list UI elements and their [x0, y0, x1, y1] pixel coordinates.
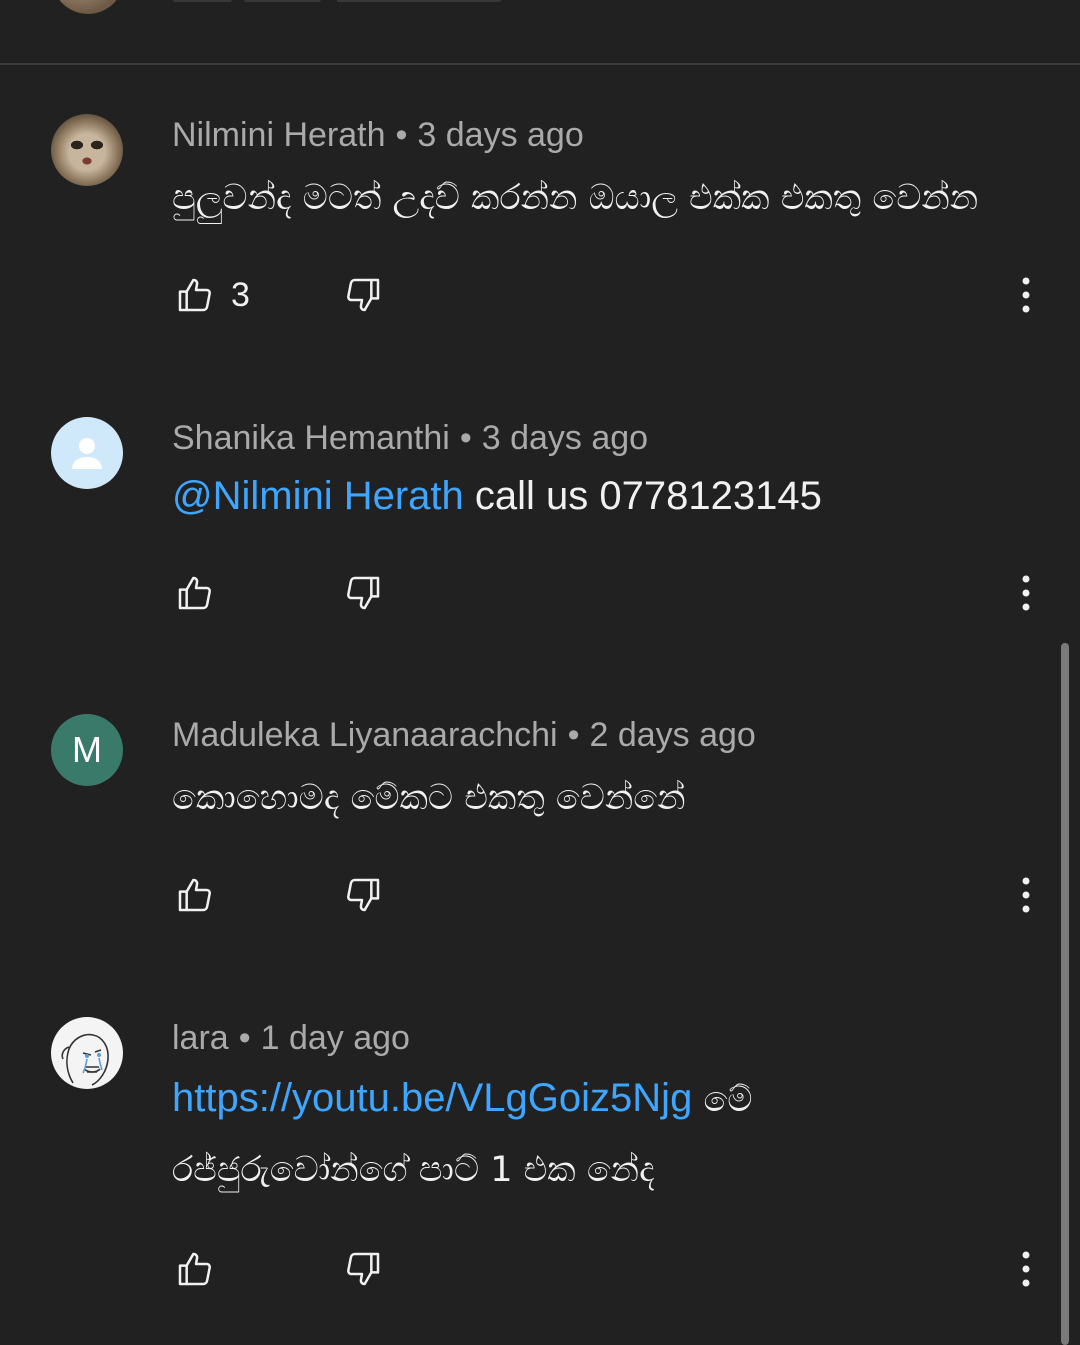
- comment-actions: [0, 1244, 1080, 1304]
- like-button[interactable]: [170, 870, 220, 920]
- thumb-down-icon: [347, 576, 380, 610]
- more-vert-icon: [1022, 277, 1030, 313]
- comment-header: Maduleka Liyanaarachchi • 2 days ago: [172, 715, 756, 755]
- author-name[interactable]: lara: [172, 1019, 229, 1057]
- avatar[interactable]: [51, 1017, 123, 1089]
- comment-text-line: https://youtu.be/VLgGoiz5Njg මේ: [172, 1074, 752, 1124]
- like-button[interactable]: [170, 270, 220, 320]
- thumb-up-icon: [178, 1252, 211, 1286]
- dislike-button[interactable]: [338, 1244, 388, 1294]
- comment-header: Nilmini Herath • 3 days ago: [172, 115, 584, 155]
- comment-text-content: call us 0778123145: [474, 474, 822, 518]
- thumb-up-icon: [178, 576, 211, 610]
- comment-text: පුලුවන්ද මටත් උදව් කරන්න ඔයාල එක්ක එකතු …: [172, 178, 979, 218]
- thumb-up-icon: [178, 878, 211, 912]
- comment-actions: 3: [0, 270, 1080, 330]
- thumb-down-icon: [347, 878, 380, 912]
- avatar[interactable]: [51, 114, 123, 186]
- comment-text: @Nilmini Herath call us 0778123145: [172, 472, 822, 520]
- more-options-button[interactable]: [1008, 870, 1044, 920]
- person-icon: [72, 438, 102, 469]
- scrollbar[interactable]: [1061, 643, 1069, 1345]
- author-name[interactable]: Maduleka Liyanaarachchi: [172, 716, 558, 754]
- comment-text-partial: [172, 0, 502, 2]
- mention-link[interactable]: @Nilmini Herath: [172, 474, 464, 518]
- comment-text-line: රජ්ජුරුවෝන්ගේ පාට් 1 එක නේද: [172, 1150, 655, 1190]
- like-button[interactable]: [170, 1244, 220, 1294]
- separator-dot: •: [395, 116, 408, 154]
- more-options-button[interactable]: [1008, 568, 1044, 618]
- like-count: 3: [231, 276, 250, 314]
- thumb-down-icon: [347, 1252, 380, 1286]
- comment-timestamp[interactable]: 1 day ago: [261, 1019, 410, 1057]
- avatar[interactable]: M: [51, 714, 123, 786]
- separator-dot: •: [238, 1019, 251, 1057]
- more-vert-icon: [1022, 575, 1030, 611]
- comment-actions: [0, 870, 1080, 930]
- like-button[interactable]: [170, 568, 220, 618]
- thumb-down-icon: [347, 278, 380, 312]
- more-options-button[interactable]: [1008, 1244, 1044, 1294]
- comment-timestamp[interactable]: 2 days ago: [589, 716, 755, 754]
- separator-dot: •: [459, 419, 472, 457]
- author-name[interactable]: Shanika Hemanthi: [172, 419, 450, 457]
- more-options-button[interactable]: [1008, 270, 1044, 320]
- avatar[interactable]: [52, 0, 124, 14]
- dislike-button[interactable]: [338, 568, 388, 618]
- previous-comment-partial: [0, 0, 1080, 64]
- comment-timestamp[interactable]: 3 days ago: [417, 116, 583, 154]
- comment-timestamp[interactable]: 3 days ago: [482, 419, 648, 457]
- divider: [0, 63, 1080, 65]
- separator-dot: •: [567, 716, 580, 754]
- dislike-button[interactable]: [338, 870, 388, 920]
- avatar-initial: M: [72, 729, 102, 770]
- avatar[interactable]: [51, 417, 123, 489]
- comment-header: lara • 1 day ago: [172, 1018, 410, 1058]
- author-name[interactable]: Nilmini Herath: [172, 116, 386, 154]
- more-vert-icon: [1022, 1251, 1030, 1287]
- dislike-button[interactable]: [338, 270, 388, 320]
- comment-header: Shanika Hemanthi • 3 days ago: [172, 418, 648, 458]
- more-vert-icon: [1022, 877, 1030, 913]
- sketch-face-icon: [61, 1033, 109, 1086]
- comment-text: කොහොමද මේකට එකතු වෙන්නේ: [172, 778, 686, 818]
- thumb-up-icon: [178, 278, 211, 312]
- video-link[interactable]: https://youtu.be/VLgGoiz5Njg: [172, 1076, 692, 1120]
- comment-actions: [0, 568, 1080, 628]
- comment-text-content: මේ: [703, 1080, 753, 1120]
